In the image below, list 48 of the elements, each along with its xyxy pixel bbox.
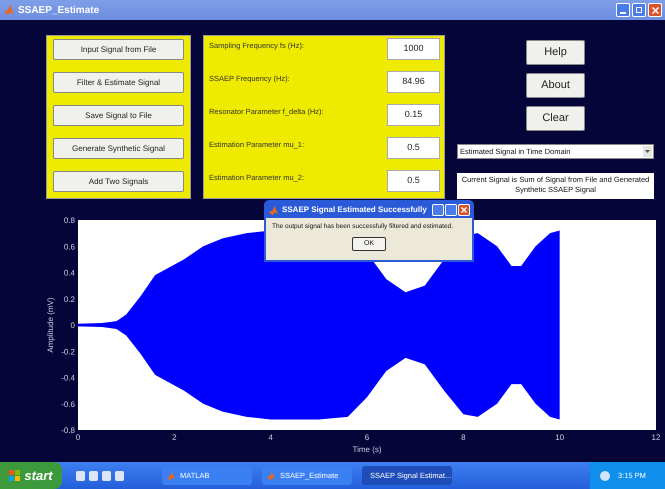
x-tick-label: 0 [76,433,80,442]
minimize-button[interactable] [616,3,630,17]
parameter-field[interactable]: 0.5 [387,137,440,159]
dialog-title: SSAEP Signal Estimated Successfully [282,204,427,216]
action-button[interactable]: Add Two Signals [53,171,184,192]
y-tick-label: -0.8 [61,426,75,435]
action-button[interactable]: Generate Synthetic Signal [53,138,184,159]
matlab-logo-icon [266,470,276,480]
parameter-field[interactable]: 0.5 [387,170,440,192]
windows-logo-icon [9,470,22,482]
y-tick-label: -0.4 [61,374,75,382]
window-title: SSAEP_Estimate [18,4,100,18]
y-tick-label: 0.2 [64,294,75,304]
y-tick-label: 0.8 [64,216,75,225]
side-button[interactable]: Clear [526,106,585,131]
action-button[interactable]: Filter & Estimate Signal [53,72,184,93]
matlab-logo-icon [268,204,279,216]
x-tick-label: 6 [364,433,370,442]
action-button[interactable]: Input Signal from File [53,39,184,60]
parameter-field[interactable]: 0.15 [387,104,440,126]
y-tick-label: -0.6 [61,400,75,409]
side-button[interactable]: About [526,73,585,98]
matlab-logo-icon [3,4,15,16]
action-button[interactable]: Save Signal to File [53,105,184,126]
x-tick-label: 4 [268,433,273,442]
start-button[interactable]: start [0,462,62,489]
matlab-logo-icon [166,470,176,480]
close-button[interactable] [458,204,470,216]
parameter-field[interactable]: 84.96 [387,71,440,93]
close-icon [652,6,658,14]
speaker-icon [600,470,610,480]
parameter-field[interactable]: 1000 [387,38,440,60]
x-tick-label: 12 [652,433,660,442]
side-button[interactable]: Help [526,40,585,65]
close-icon [461,207,467,213]
y-tick-label: 0 [70,321,75,330]
x-tick-label: 10 [555,433,564,442]
x-tick-label: 2 [172,433,177,442]
maximize-button[interactable] [445,204,457,216]
x-axis-label: Time (s) [352,445,382,454]
y-axis-label: Amplitude (mV) [46,297,55,353]
x-tick-label: 8 [461,433,466,442]
restore-button[interactable] [632,3,646,17]
y-tick-label: 0.6 [64,242,75,252]
close-button[interactable] [648,3,662,17]
y-tick-label: -0.2 [61,347,75,356]
y-tick-label: 0.4 [64,268,75,278]
minimize-button[interactable] [432,204,444,216]
